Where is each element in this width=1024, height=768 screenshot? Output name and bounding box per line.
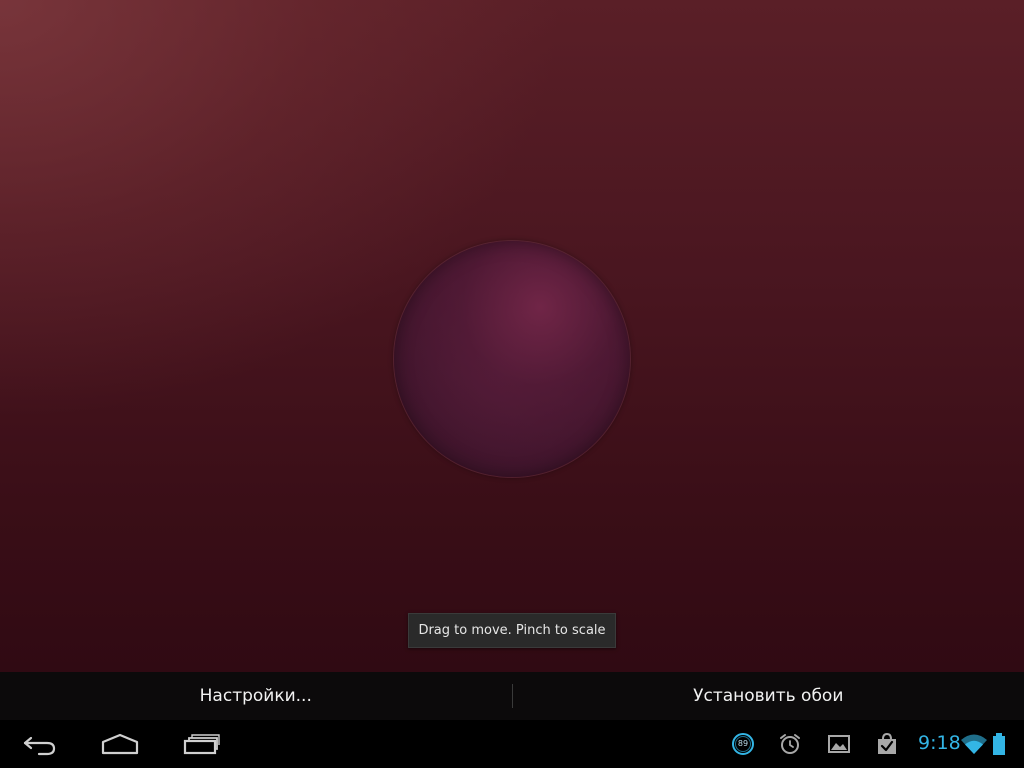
notification-badge-text: 89	[737, 739, 749, 748]
system-navigation-bar: 89 9:18	[0, 720, 1024, 768]
wallpaper-orb	[394, 241, 630, 477]
wallpaper-action-bar: Настройки... Установить обои	[0, 672, 1024, 720]
recent-apps-button[interactable]	[166, 720, 236, 768]
toast-text: Drag to move. Pinch to scale	[418, 623, 606, 638]
back-icon	[23, 736, 56, 756]
recent-apps-icon	[183, 734, 220, 755]
set-wallpaper-button-label: Установить обои	[693, 686, 844, 706]
live-wallpaper-preview[interactable]: Drag to move. Pinch to scale	[0, 0, 1024, 672]
settings-button[interactable]: Настройки...	[0, 672, 512, 720]
gallery-icon	[828, 735, 850, 753]
set-wallpaper-button[interactable]: Установить обои	[513, 672, 1024, 720]
home-button[interactable]	[85, 720, 155, 768]
toast-message: Drag to move. Pinch to scale	[408, 613, 616, 648]
back-button[interactable]	[5, 720, 75, 768]
store-download-icon	[878, 732, 896, 754]
wifi-status[interactable]	[960, 732, 988, 756]
device-screen: Drag to move. Pinch to scale Настройки..…	[0, 0, 1024, 768]
home-icon	[101, 733, 139, 755]
alarm-status[interactable]	[778, 732, 802, 756]
alarm-icon	[780, 734, 800, 754]
store-status[interactable]	[875, 732, 899, 756]
status-clock[interactable]: 9:18	[918, 730, 961, 756]
gallery-status[interactable]	[827, 732, 851, 756]
notification-badge[interactable]: 89	[731, 732, 755, 756]
settings-button-label: Настройки...	[199, 686, 312, 706]
battery-icon	[993, 733, 1005, 755]
wifi-icon	[961, 734, 987, 754]
battery-status[interactable]	[991, 732, 1007, 756]
